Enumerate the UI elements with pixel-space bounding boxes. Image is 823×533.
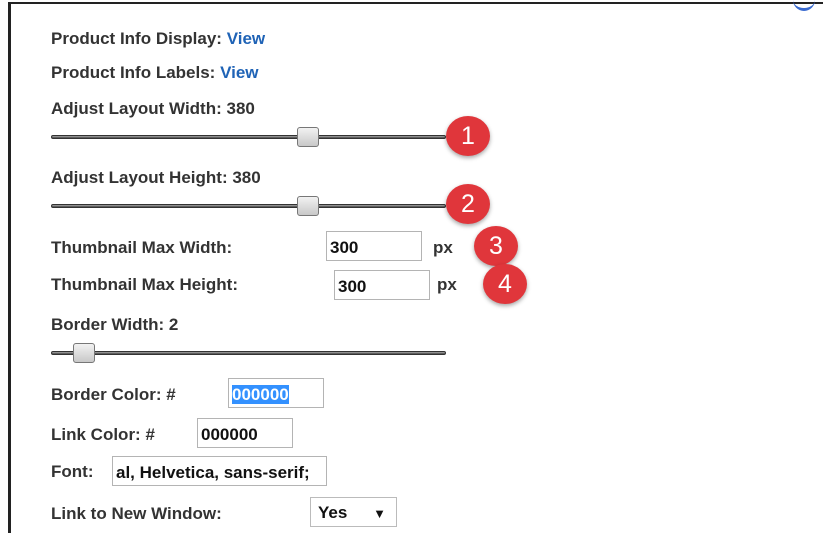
layout-height-slider-thumb[interactable] <box>297 196 319 216</box>
font-label: Font: <box>51 462 94 481</box>
layout-height-slider-track[interactable] <box>51 204 446 208</box>
link-new-window-selected: Yes <box>318 503 348 522</box>
annotation-badge-3: 3 <box>474 226 518 266</box>
thumbnail-width-input[interactable]: 300 <box>326 231 422 261</box>
thumbnail-width-label: Thumbnail Max Width: <box>51 238 233 257</box>
border-color-selected-text: 000000 <box>232 385 289 404</box>
layout-width-slider-track[interactable] <box>51 135 446 139</box>
annotation-badge-2: 2 <box>446 184 490 224</box>
product-info-labels-row: Product Info Labels: View <box>51 63 259 83</box>
layout-width-slider-thumb[interactable] <box>297 127 319 147</box>
border-width-slider-thumb[interactable] <box>73 343 95 363</box>
layout-height-label: Adjust Layout Height: 380 <box>51 168 261 187</box>
border-width-slider[interactable] <box>51 343 446 363</box>
product-info-labels-view-link[interactable]: View <box>220 63 258 82</box>
link-new-window-select[interactable]: Yes ▼ <box>310 497 397 527</box>
layout-width-label: Adjust Layout Width: 380 <box>51 99 255 118</box>
product-info-display-row: Product Info Display: View <box>51 29 265 49</box>
annotation-badge-1: 1 <box>446 116 490 156</box>
layout-width-slider[interactable] <box>51 127 446 147</box>
font-input[interactable]: al, Helvetica, sans-serif; <box>112 456 327 486</box>
thumbnail-height-input[interactable]: 300 <box>334 270 430 300</box>
link-color-input[interactable]: 000000 <box>197 418 293 448</box>
product-info-display-label: Product Info Display: <box>51 29 222 48</box>
layout-height-slider[interactable] <box>51 196 446 216</box>
thumbnail-height-unit: px <box>437 275 457 294</box>
annotation-badge-4: 4 <box>483 264 527 304</box>
link-new-window-label: Link to New Window: <box>51 504 222 523</box>
product-info-labels-label: Product Info Labels: <box>51 63 216 82</box>
link-color-label: Link Color: # <box>51 425 155 444</box>
border-color-label: Border Color: # <box>51 385 176 404</box>
product-info-display-view-link[interactable]: View <box>227 29 265 48</box>
border-width-slider-track[interactable] <box>51 351 446 355</box>
thumbnail-height-label: Thumbnail Max Height: <box>51 275 238 294</box>
thumbnail-width-unit: px <box>433 238 453 257</box>
border-width-label: Border Width: 2 <box>51 315 179 334</box>
border-color-input[interactable]: 000000 <box>228 378 324 408</box>
chevron-down-icon: ▼ <box>373 506 386 521</box>
